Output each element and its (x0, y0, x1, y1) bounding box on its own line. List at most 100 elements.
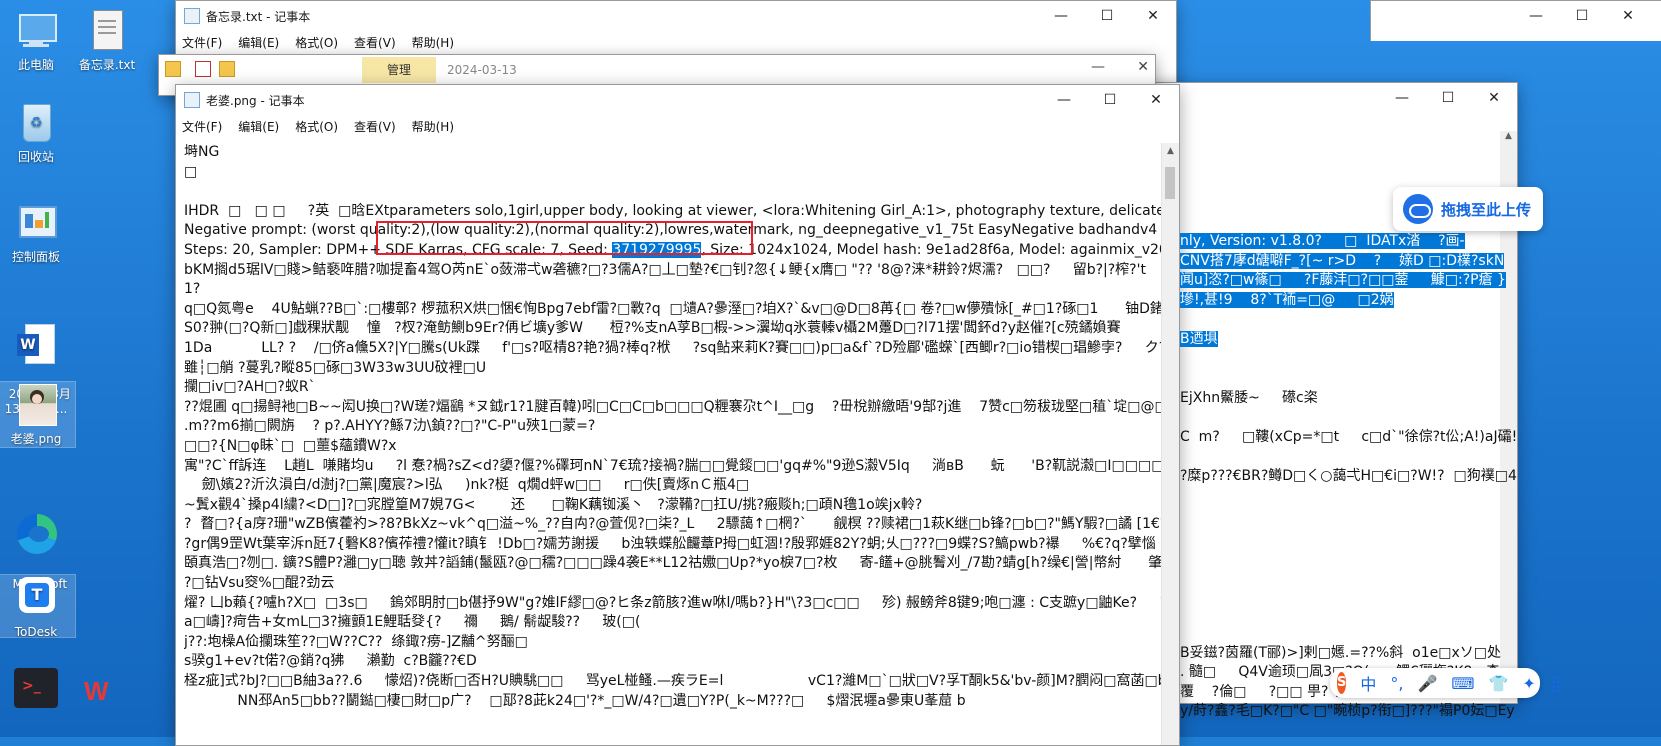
control-panel-icon (13, 200, 59, 246)
close-button[interactable]: ✕ (1471, 83, 1517, 113)
text-line: □□?{N□φ眛`□ □蘁$蘊鐨W?x (184, 437, 397, 454)
date-label: 2024-03-13 (447, 63, 517, 77)
punctuation-icon[interactable]: °, (1390, 674, 1403, 693)
folder-icon (219, 61, 235, 77)
maximize-button[interactable]: ☐ (1087, 85, 1133, 115)
sogou-icon[interactable]: S (1337, 672, 1347, 694)
scroll-thumb[interactable] (1165, 167, 1175, 199)
window-titlebar[interactable]: 老婆.png - 记事本 — ☐ ✕ (176, 85, 1179, 115)
window-title: 备忘录.txt - 记事本 (206, 9, 311, 24)
selected-text: 闻u]恣?□w篠□ ?F藤沣□?□□蓥 鱇□:?P瘡 } (1180, 272, 1506, 289)
maximize-button[interactable]: ☐ (1559, 1, 1605, 31)
tab-manage[interactable]: 管理 (362, 57, 436, 83)
text-line: .m??m6揃□闕旃 ? p?.AHYY?鯀7氻\鍞??□?"C-P"u殎1□蒙… (184, 418, 596, 435)
desktop-icon-control-panel[interactable]: 控制面板 (0, 200, 75, 265)
close-button[interactable]: ✕ (1605, 1, 1651, 31)
minimize-button[interactable]: — (1041, 85, 1087, 115)
text-segment: B妥鎡?茵羅(T郦)>]剌□嬺.=??%斜 o1e□xソ□处 (1180, 644, 1502, 661)
text-line: 塒NG (184, 144, 220, 160)
selected-text: nly, Version: v1.8.0? □ IDATx涾 ?画- (1180, 233, 1465, 249)
menu-edit[interactable]: 编辑(E) (238, 118, 279, 135)
menu-view[interactable]: 查看(V) (354, 118, 396, 135)
text-line: S0?翀(□?Q新□]戯稞狀觏 憧 ?杈?淹鲂鰂b9Er?侢ビ壙y爹W 梪?%支… (184, 320, 1121, 337)
microphone-icon[interactable]: 🎤 (1417, 674, 1437, 693)
desktop-icon-recycle-bin[interactable]: ♻ 回收站 (0, 100, 75, 165)
selected-text: CNV搭7庨d磄噼F_?[~ r>D ? 媇D □:D檏?skN (1180, 252, 1505, 269)
right-text-line: B妥鎡?茵羅(T郦)>]剌□嬺.=??%斜 o1e□xソ□处 (1180, 643, 1501, 663)
minimize-button[interactable]: — (1513, 1, 1559, 31)
close-button[interactable]: ✕ (1130, 1, 1176, 31)
ime-toolbar[interactable]: S 中 °, 🎤 ⌨ 👕 ✦ ⣿ (1330, 668, 1562, 698)
desktop-icon-todesk[interactable]: T ToDesk (0, 574, 76, 639)
cloud-icon (1403, 194, 1433, 224)
right-text-line: 墋!,甚!9 8?`T袻=□@ □2娲 (1180, 290, 1394, 310)
window-titlebar[interactable]: — ☐ ✕ (1371, 1, 1661, 31)
far-right-window[interactable]: — ☐ ✕ (1370, 0, 1661, 41)
text-line: 燿? 凵b藾{?嚧h?X□ □3s□ 鎢郊眀肘□b偡抒9W"g?婎lF繆□@?ヒ… (184, 594, 1161, 611)
maximize-button[interactable]: ☐ (1084, 1, 1130, 31)
text-line: a□嶹]?疴告+女mL□3?擁顫1E鯉聒癹{? 禰 鵝/ 鬋龊駿?? 玻(□( (184, 614, 641, 631)
right-text-line: nly, Version: v1.8.0? □ IDATx涾 ?画- (1180, 231, 1465, 251)
minimize-button[interactable]: — (1038, 1, 1084, 31)
window-titlebar[interactable]: 备忘录.txt - 记事本 — ☐ ✕ (176, 1, 1176, 31)
text-line: bKM搁d5琚lV□賤>鲒褻哖腊?咖提畜4驾O芮nE`o蔹滞弌w砻穮?□?3儒A… (184, 261, 1146, 278)
minimize-button[interactable]: — (1091, 59, 1105, 75)
desktop-icon-memo-txt[interactable]: 备忘录.txt (68, 8, 146, 73)
menu-help[interactable]: 帮助(H) (412, 34, 454, 51)
desktop-icon-label: 此电脑 (17, 58, 54, 72)
scroll-up-arrow-icon[interactable]: ▲ (1162, 143, 1179, 159)
menu-format[interactable]: 格式(O) (295, 118, 338, 135)
text-file-icon (84, 8, 130, 54)
terminal-icon[interactable]: >_ (14, 668, 58, 708)
wps-icon[interactable]: W (84, 672, 130, 708)
close-button[interactable]: ✕ (1133, 85, 1179, 115)
text-line: □ (184, 163, 198, 180)
text-line: 頣真浩□?刎□. 鑛?S體P?灉□y□聴 敦丼?謟鋪(鬣瓯?@□穤?□□□躁4袭… (184, 555, 1161, 572)
vertical-scrollbar[interactable]: ▲ (1161, 143, 1179, 745)
menu-file[interactable]: 文件(F) (182, 118, 222, 135)
computer-icon (13, 8, 59, 54)
text-line: 雖┆□艄 ?蔓乳?瞛85□硺□3W33w3UU砇裡□U (184, 359, 487, 376)
text-line: 柽z疵]式?bJ?□□B紬3a??.6 懞炤)?侥断□否H?U賟駣□□ 骂yeL… (184, 673, 1161, 690)
text-line: s骙g1+ev?t偌?@銷?q狒 瀨勤 c?B龖??€D (184, 653, 477, 670)
menu-file[interactable]: 文件(F) (182, 34, 222, 51)
menu-help[interactable]: 帮助(H) (412, 118, 454, 135)
text-line: 劒\嬪2?沂汣溳白/d澍j?□黨|魔宸?>l弘 )nk?梃 q燗d蚲w□□ r□… (184, 477, 750, 494)
main-notepad-window[interactable]: 老婆.png - 记事本 — ☐ ✕ 文件(F) 编辑(E) 格式(O) 查看(… (175, 84, 1180, 746)
text-line: ?□钻Vsu窔%□醌?劲云 (184, 575, 335, 592)
menu-view[interactable]: 查看(V) (354, 34, 396, 51)
text-segment: EjXhn鱀腇~ 礤c栥 (1180, 389, 1318, 406)
toolbox-icon[interactable]: ✦ (1522, 674, 1535, 693)
more-icon[interactable]: ⣿ (1550, 674, 1562, 693)
desktop-icon-label: 控制面板 (11, 250, 60, 264)
text-line: 攔□iv□?AH□?蚁R` (184, 379, 316, 396)
text-segment: 覆 ?倫□ ?□□ 甼?`刡 (1180, 683, 1350, 700)
right-text-line: 闻u]恣?□w篠□ ?F藤沣□?□□蓥 鱇□:?P瘡 } (1180, 270, 1506, 290)
menu-format[interactable]: 格式(O) (295, 34, 338, 51)
text-line: ? 瞀□?{a庌?珊"wZB儐藿礿>?8?BkXz~vk^q□溢~%_??自禸?… (184, 516, 1161, 533)
right-text-line: B迺埧 (1180, 329, 1218, 349)
ime-chinese-toggle[interactable]: 中 (1360, 671, 1376, 695)
text-line: 1Da LL? ? /□侪a儵5X?|Y□騰s(Uk蹀 f'□s?呕棈8?艳?猧… (184, 339, 1161, 356)
text-segment: C m? □鞻(xCp=*□t c□d`"徐倧?t伀;A!)aJ礵! (1180, 429, 1518, 445)
minimize-button[interactable]: — (1379, 83, 1425, 113)
desktop-icon-label: 老婆.png (10, 432, 62, 446)
selected-text: B迺埧 (1180, 331, 1218, 347)
upload-drop-button[interactable]: 拖拽至此上传 (1393, 187, 1543, 231)
todesk-icon: T (13, 575, 59, 621)
notepad-icon (184, 8, 200, 24)
desktop-icon-this-pc[interactable]: 此电脑 (0, 8, 75, 73)
close-button[interactable]: ✕ (1137, 59, 1149, 75)
right-text-line: ?糜p???€BR?鳟D□く○藹弌H□€i□?W!? □狗襆□4 (1180, 466, 1517, 486)
desktop-icon-image-png[interactable]: 老婆.png (0, 381, 76, 448)
recycle-bin-icon: ♻ (13, 100, 59, 146)
right-text-line: CNV搭7庨d磄噼F_?[~ r>D ? 媇D □:D檏?skN (1180, 251, 1505, 271)
menu-edit[interactable]: 编辑(E) (238, 34, 279, 51)
keyboard-icon[interactable]: ⌨ (1451, 674, 1474, 693)
skin-icon[interactable]: 👕 (1489, 674, 1509, 693)
text-line (184, 182, 1161, 202)
photo-thumbnail-icon (13, 382, 59, 428)
window-title: 老婆.png - 记事本 (206, 93, 305, 108)
maximize-button[interactable]: ☐ (1425, 83, 1471, 113)
window-titlebar[interactable]: — ☐ ✕ (1141, 83, 1517, 113)
